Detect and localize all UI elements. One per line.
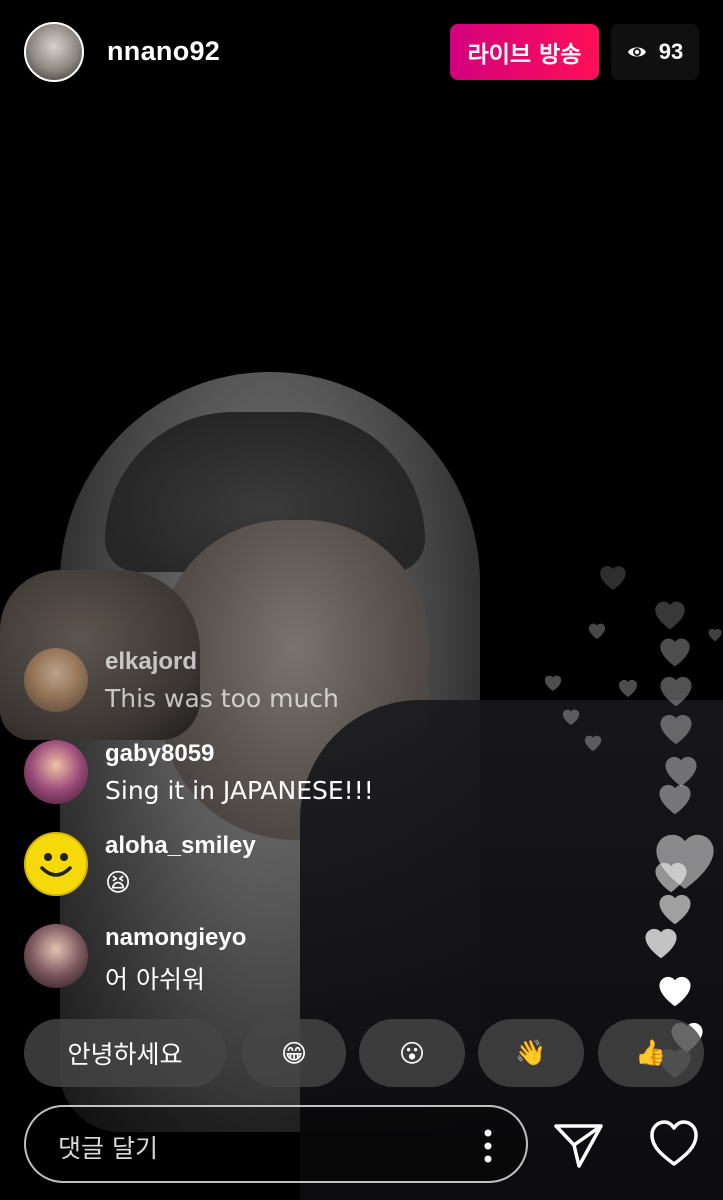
heart-icon <box>600 566 626 591</box>
comment-item: gaby8059 Sing it in JAPANESE!!! <box>24 738 464 830</box>
live-badge: 라이브 방송 <box>450 24 599 80</box>
comment-input[interactable]: 댓글 달기 <box>24 1105 528 1183</box>
heart-icon <box>655 601 685 630</box>
commenter-username[interactable]: aloha_smiley <box>105 832 256 860</box>
smiley-face-icon <box>40 853 72 877</box>
send-icon[interactable] <box>553 1118 605 1170</box>
heart-icon <box>660 676 692 707</box>
eye-icon <box>627 47 646 57</box>
broadcaster-username[interactable]: nnano92 <box>107 36 220 67</box>
comment-item: elkajord This was too much <box>24 646 464 738</box>
broadcaster-avatar[interactable] <box>24 22 84 82</box>
viewer-count: 93 <box>658 39 684 64</box>
quick-reply-greeting[interactable]: 안녕하세요 <box>24 1019 226 1087</box>
quick-reply-wave-emoji[interactable]: 👋 <box>478 1019 584 1087</box>
comment-feed: elkajord This was too much gaby8059 Sing… <box>24 646 464 1014</box>
quick-reply-grin-emoji[interactable]: 😁 <box>242 1019 346 1087</box>
commenter-username[interactable]: gaby8059 <box>105 740 214 768</box>
heart-icon <box>659 894 691 925</box>
comment-item: namongieyo 어 아쉬워 <box>24 922 464 1014</box>
live-header: nnano92 라이브 방송 93 <box>0 0 723 104</box>
heart-icon <box>544 675 562 692</box>
commenter-avatar[interactable] <box>24 648 88 712</box>
heart-icon <box>562 709 580 726</box>
commenter-avatar[interactable] <box>24 740 88 804</box>
heart-icon <box>619 680 637 697</box>
heart-icon <box>708 628 722 642</box>
heart-icon <box>645 928 677 959</box>
heart-icon <box>660 714 692 745</box>
quick-reply-wow-emoji[interactable]: 😮 <box>359 1019 465 1087</box>
heart-icon <box>584 735 602 752</box>
commenter-username[interactable]: namongieyo <box>105 924 246 952</box>
more-options-icon[interactable] <box>484 1129 492 1163</box>
heart-icon <box>660 638 690 667</box>
commenter-avatar[interactable] <box>24 924 88 988</box>
comment-text: Sing it in JAPANESE!!! <box>105 776 374 805</box>
heart-icon <box>588 623 606 640</box>
quick-reply-row: 안녕하세요 😁 😮 👋 👍 <box>24 1019 723 1087</box>
viewer-count-badge[interactable]: 93 <box>611 24 699 80</box>
quick-reply-thumbs-up-emoji[interactable]: 👍 <box>598 1019 704 1087</box>
heart-icon <box>659 976 691 1007</box>
heart-icon <box>659 784 691 815</box>
comment-text: This was too much <box>105 684 339 713</box>
comment-item: aloha_smiley 😫 <box>24 830 464 922</box>
commenter-avatar[interactable] <box>24 832 88 896</box>
comment-text: 어 아쉬워 <box>105 965 205 994</box>
commenter-username[interactable]: elkajord <box>105 648 197 676</box>
comment-text: 😫 <box>105 868 132 897</box>
heart-icon[interactable] <box>648 1118 700 1170</box>
comment-input-placeholder: 댓글 달기 <box>58 1134 158 1163</box>
